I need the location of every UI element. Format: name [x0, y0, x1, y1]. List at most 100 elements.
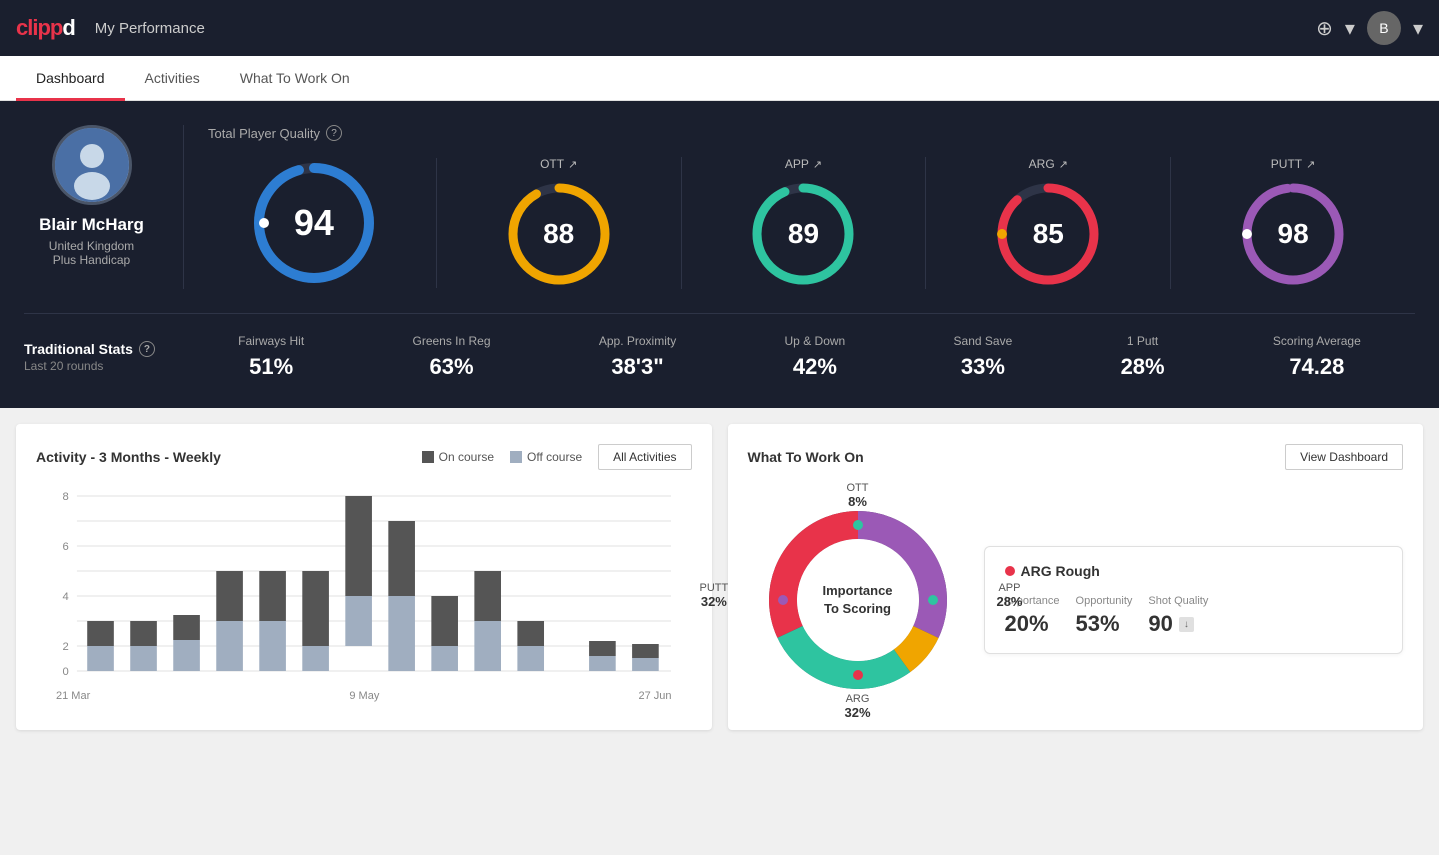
hero-section: Blair McHarg United Kingdom Plus Handica…: [0, 101, 1439, 408]
chart-legend: On course Off course: [422, 450, 583, 464]
bar-6-on: [302, 571, 329, 646]
legend-on-course: On course: [422, 450, 494, 464]
svg-text:0: 0: [63, 666, 69, 678]
traditional-stats: Traditional Stats ? Last 20 rounds Fairw…: [24, 313, 1415, 380]
app-arrow-icon: ↗: [813, 158, 822, 171]
bar-8-off: [388, 596, 415, 671]
app-score-card: APP ↗ 89: [682, 157, 927, 289]
avatar-dropdown-icon[interactable]: ▾: [1413, 16, 1423, 41]
wtwo-info-card: ARG Rough Importance 20% Opportunity 53%…: [984, 546, 1404, 654]
tabs: Dashboard Activities What To Work On: [0, 56, 1439, 101]
ott-donut-label: OTT 8%: [847, 482, 869, 509]
bar-11-on: [517, 621, 544, 646]
all-activities-button[interactable]: All Activities: [598, 444, 691, 470]
stat-fairways: Fairways Hit 51%: [238, 334, 304, 380]
svg-text:8: 8: [63, 491, 69, 503]
stats-label-area: Traditional Stats ? Last 20 rounds: [24, 341, 184, 373]
app-label: APP ↗: [785, 157, 822, 171]
add-icon[interactable]: ⊕: [1316, 16, 1333, 41]
wtwo-header: What To Work On View Dashboard: [748, 444, 1404, 470]
player-handicap: Plus Handicap: [53, 253, 130, 267]
tab-what-to-work-on[interactable]: What To Work On: [220, 56, 370, 101]
bar-11-off: [517, 646, 544, 671]
putt-score-value: 98: [1278, 218, 1309, 250]
donut-center-text: ImportanceTo Scoring: [822, 582, 892, 618]
bar-7-on: [345, 496, 372, 596]
stat-sandsave: Sand Save 33%: [954, 334, 1013, 380]
ott-label: OTT ↗: [540, 157, 577, 171]
bar-2-off: [130, 646, 157, 671]
main-score-card: 94: [208, 158, 437, 288]
donut-container: ImportanceTo Scoring OTT 8% APP 28% ARG …: [748, 490, 968, 710]
activity-panel: Activity - 3 Months - Weekly On course O…: [16, 424, 712, 730]
stats-question-icon[interactable]: ?: [139, 341, 155, 357]
app-gauge: 89: [748, 179, 858, 289]
bar-9-on: [431, 596, 458, 646]
header-right: ⊕ ▾ B ▾: [1316, 11, 1423, 45]
ott-gauge: 88: [504, 179, 614, 289]
player-name: Blair McHarg: [39, 215, 144, 235]
view-dashboard-button[interactable]: View Dashboard: [1285, 444, 1403, 470]
putt-gauge: 98: [1238, 179, 1348, 289]
svg-text:4: 4: [63, 591, 69, 603]
bar-7-off: [345, 596, 372, 646]
dropdown-icon[interactable]: ▾: [1345, 16, 1355, 41]
ott-arrow-icon: ↗: [568, 158, 577, 171]
putt-arrow-icon: ↗: [1306, 158, 1315, 171]
bar-2-on: [130, 621, 157, 646]
metric-shot-quality: Shot Quality 90 ↓: [1148, 595, 1208, 637]
arg-label: ARG ↗: [1029, 157, 1068, 171]
arg-score-value: 85: [1033, 218, 1064, 250]
app-score-value: 89: [788, 218, 819, 250]
bar-6-off: [302, 646, 329, 671]
bar-1-on: [87, 621, 114, 646]
header-left: clippd My Performance: [16, 15, 205, 41]
bar-13-on: [632, 644, 659, 658]
lower-section: Activity - 3 Months - Weekly On course O…: [0, 408, 1439, 746]
avatar[interactable]: B: [1367, 11, 1401, 45]
shot-quality-value: 90 ↓: [1148, 611, 1208, 637]
stat-proximity: App. Proximity 38'3": [599, 334, 676, 380]
info-card-title: ARG Rough: [1005, 563, 1383, 579]
score-cards: 94 OTT ↗ 88: [208, 157, 1415, 289]
chart-area: 8 6 4 2 0: [36, 486, 692, 686]
tab-dashboard[interactable]: Dashboard: [16, 56, 125, 101]
bar-4-on: [216, 571, 243, 621]
ott-score-value: 88: [543, 218, 574, 250]
header-title: My Performance: [95, 20, 205, 37]
question-icon[interactable]: ?: [326, 125, 342, 141]
legend-on-course-swatch: [422, 451, 434, 463]
arg-score-card: ARG ↗ 85: [926, 157, 1171, 289]
ott-score-card: OTT ↗ 88: [437, 157, 682, 289]
bar-10-on: [474, 571, 501, 621]
stat-items: Fairways Hit 51% Greens In Reg 63% App. …: [184, 334, 1415, 380]
app-donut-label: APP 28%: [996, 582, 1022, 609]
player-info: Blair McHarg United Kingdom Plus Handica…: [24, 125, 184, 289]
svg-text:6: 6: [63, 541, 69, 553]
bar-3-on: [173, 615, 200, 640]
hero-top: Blair McHarg United Kingdom Plus Handica…: [24, 125, 1415, 289]
wtwo-body: ImportanceTo Scoring OTT 8% APP 28% ARG …: [748, 490, 1404, 710]
red-dot-icon: [1005, 566, 1015, 576]
avatar-initial: B: [1379, 20, 1388, 36]
stat-scoring: Scoring Average 74.28: [1273, 334, 1361, 380]
player-country: United Kingdom: [49, 239, 134, 253]
avatar-image: [55, 128, 129, 202]
arg-gauge: 85: [993, 179, 1103, 289]
bar-4-off: [216, 621, 243, 671]
putt-score-card: PUTT ↗ 98: [1171, 157, 1415, 289]
total-quality-label: Total Player Quality ?: [208, 125, 1415, 141]
main-gauge: 94: [249, 158, 379, 288]
bar-3-off: [173, 640, 200, 671]
bar-8-on: [388, 521, 415, 596]
stats-sublabel: Last 20 rounds: [24, 359, 184, 373]
bar-10-off: [474, 621, 501, 671]
putt-label: PUTT ↗: [1271, 157, 1316, 171]
scores-area: Total Player Quality ? 94: [184, 125, 1415, 289]
tab-activities[interactable]: Activities: [125, 56, 220, 101]
stat-greens: Greens In Reg 63%: [412, 334, 490, 380]
bar-5-on: [259, 571, 286, 621]
bar-12-on: [589, 641, 616, 656]
main-score-value: 94: [294, 202, 334, 244]
shot-quality-badge: ↓: [1179, 617, 1194, 632]
